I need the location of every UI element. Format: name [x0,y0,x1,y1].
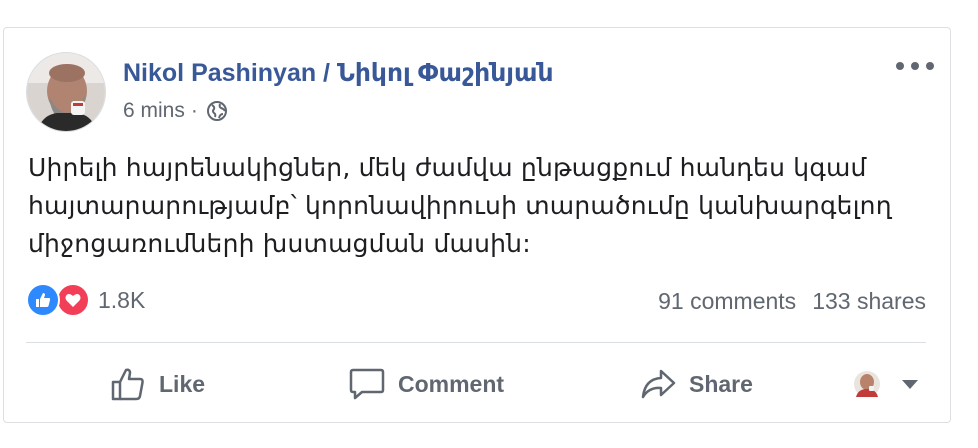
persona-avatar-icon [854,371,880,397]
chevron-down-icon [902,379,918,389]
comment-button[interactable]: Comment [348,362,504,406]
globe-icon[interactable] [206,100,228,122]
actions-divider [26,342,926,343]
post-card: Nikol Pashinyan / Նիկոլ Փաշինյան 6 mins … [3,27,951,423]
post-body-line: միջոցառումների խստացման մասին: [28,229,531,258]
reaction-count: 1.8K [98,286,146,313]
comment-label: Comment [398,370,505,397]
share-arrow-icon [641,369,676,399]
like-reaction-icon [26,283,60,317]
author-name[interactable]: Nikol Pashinyan / Նիկոլ Փաշինյան [123,58,554,88]
comment-bubble-icon [349,368,385,400]
meta-separator: · [190,99,198,122]
share-label: Share [689,370,753,397]
reactions-summary[interactable]: 1.8K [26,283,145,317]
thumbs-up-icon [111,368,144,401]
love-reaction-icon [56,283,90,317]
more-options-button[interactable] [896,58,934,74]
like-label: Like [159,370,206,397]
post-time[interactable]: 6 mins [123,99,185,123]
engagement-counts: 91 comments 133 shares [658,288,926,315]
author-avatar[interactable] [26,52,106,132]
share-button[interactable]: Share [639,362,753,406]
like-button[interactable]: Like [109,362,205,406]
post-actions-bar: Like Comment Share [4,362,950,406]
more-dot-icon [896,62,904,70]
post-body-line: հայտարարությամբ՝ կորոնավիրուսի տարածումը… [28,191,892,220]
shares-count-link[interactable]: 133 shares [812,288,926,315]
reaction-persona-selector[interactable] [852,362,918,406]
more-dot-icon [911,62,919,70]
more-dot-icon [926,62,934,70]
post-meta: 6 mins · [123,99,228,123]
post-body-line: Սիրելի հայրենակիցներ, մեկ ժամվա ընթացքու… [28,153,867,182]
post-body: Սիրելի հայրենակիցներ, մեկ ժամվա ընթացքու… [28,149,928,263]
avatar-photo [27,53,105,131]
comments-count-link[interactable]: 91 comments [658,288,796,315]
